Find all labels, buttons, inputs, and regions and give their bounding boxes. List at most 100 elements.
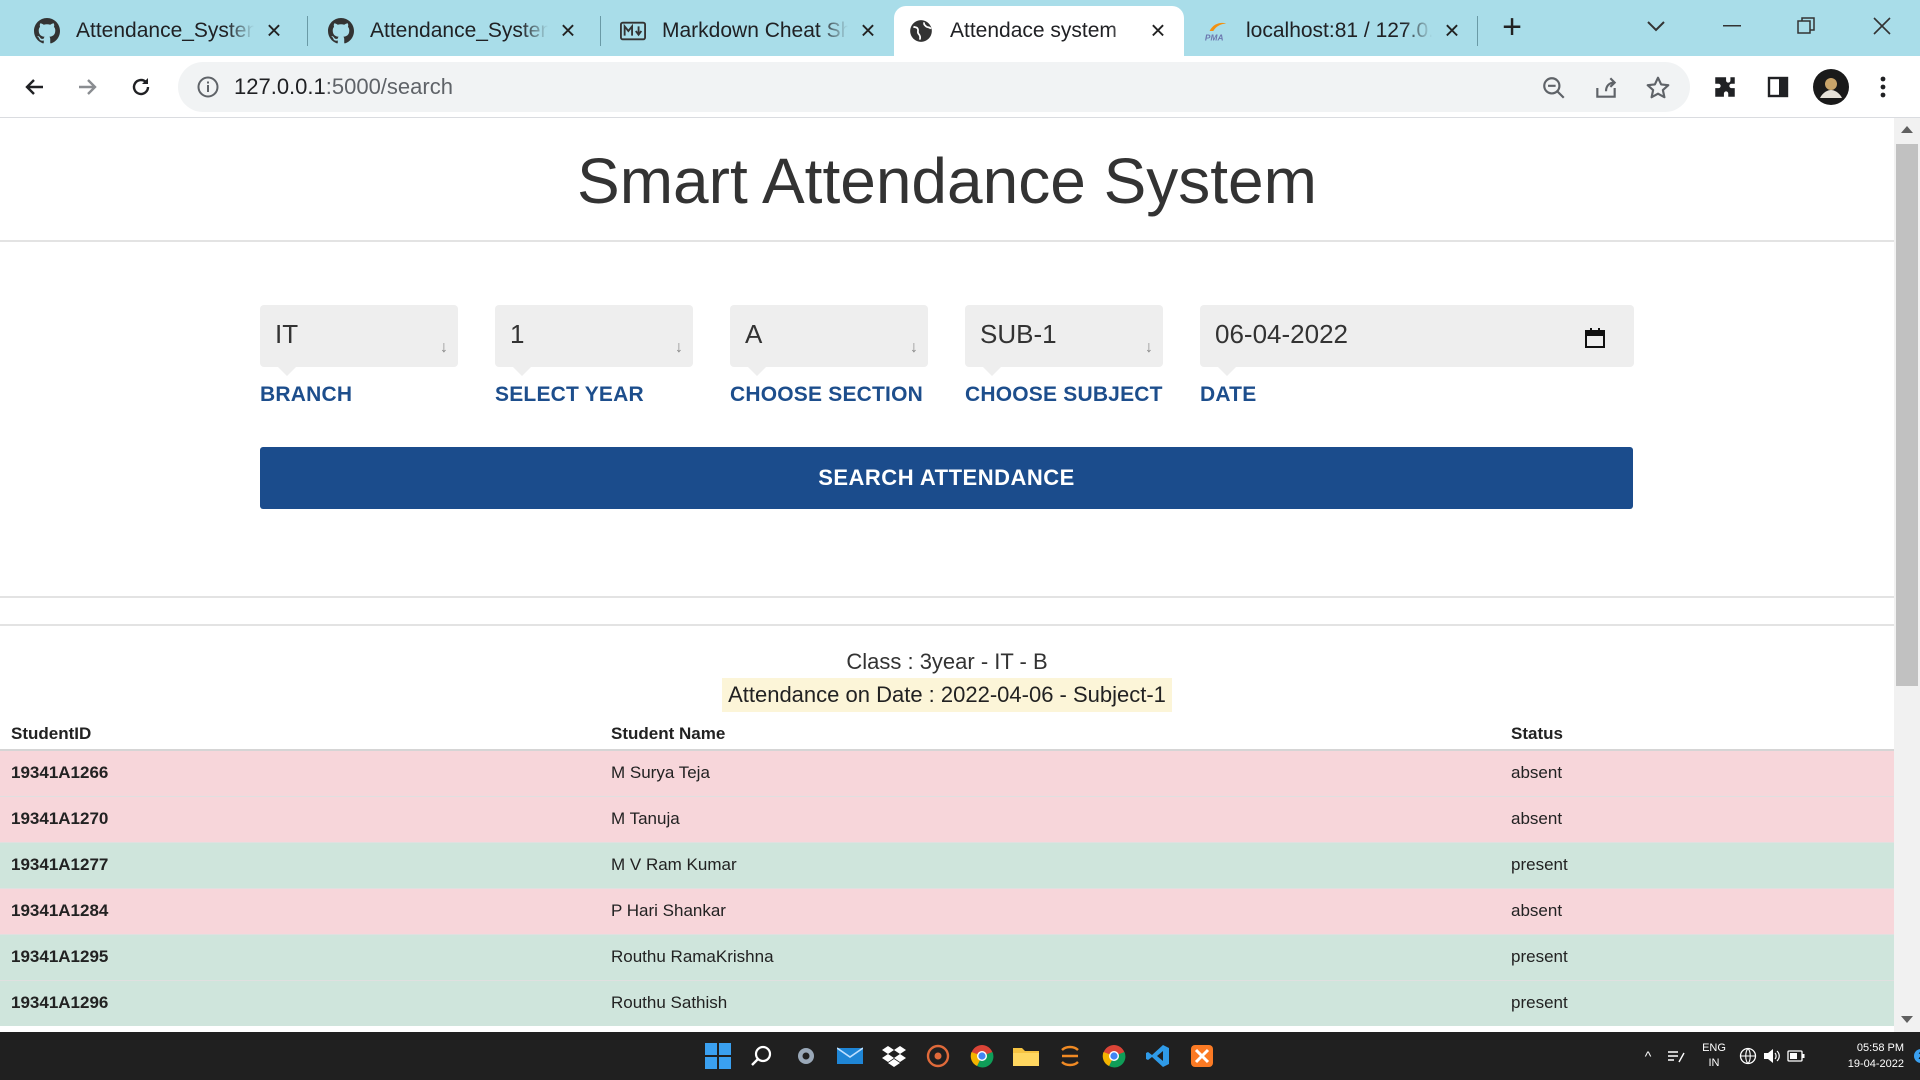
table-row: 19341A1270 M Tanuja absent (0, 795, 1894, 842)
subject-value: SUB-1 (980, 319, 1057, 349)
chrome-icon[interactable] (966, 1040, 998, 1072)
restore-button[interactable] (1776, 6, 1836, 46)
settings-gear-icon[interactable] (790, 1040, 822, 1072)
class-info: Class : 3year - IT - B (846, 649, 1048, 674)
minimize-button[interactable] (1702, 6, 1762, 46)
page-title: Smart Attendance System (577, 145, 1317, 217)
share-icon[interactable] (1592, 74, 1620, 102)
tab-title: Attendance_System-W (76, 19, 254, 42)
tab-attendance-system[interactable]: Attendace system × (894, 6, 1184, 56)
year-select[interactable]: 1 ↓ (495, 305, 693, 376)
reload-button[interactable] (120, 66, 162, 108)
extensions-icon[interactable] (1704, 66, 1746, 108)
section-label: CHOOSE SECTION (730, 383, 923, 406)
section-select[interactable]: A ↓ (730, 305, 928, 376)
student-name-cell: Routhu Sathish (600, 979, 1500, 1026)
bookmark-star-icon[interactable] (1644, 74, 1672, 102)
search-icon[interactable] (746, 1040, 778, 1072)
github-icon (328, 18, 354, 44)
scrollbar-thumb[interactable] (1896, 144, 1918, 686)
date-field: 06-04-2022 DATE (1200, 305, 1634, 407)
scroll-down-icon[interactable] (1901, 1016, 1913, 1023)
pen-icon[interactable] (1660, 1048, 1692, 1064)
page-scrollbar[interactable] (1894, 118, 1920, 1032)
new-tab-button[interactable]: + (1494, 10, 1530, 46)
branch-label: BRANCH (260, 383, 353, 406)
mail-icon[interactable] (834, 1040, 866, 1072)
tab-title: Attendance_System-W (370, 19, 548, 42)
info-icon[interactable] (196, 75, 220, 99)
profile-avatar[interactable] (1810, 66, 1852, 108)
table-row: 19341A1266 M Surya Teja absent (0, 749, 1894, 796)
student-id-cell: 19341A1296 (0, 979, 600, 1026)
tab-search-button[interactable] (1626, 6, 1686, 46)
tab-separator (1477, 16, 1478, 46)
table-row: 19341A1296 Routhu Sathish present (0, 979, 1894, 1026)
student-id-cell: 19341A1284 (0, 887, 600, 934)
tab-github-2[interactable]: Attendance_System-W × (314, 6, 594, 56)
subject-label: CHOOSE SUBJECT (965, 383, 1163, 406)
branch-field: IT ↓ BRANCH (260, 305, 458, 407)
student-name-cell: Routhu RamaKrishna (600, 933, 1500, 980)
volume-icon[interactable] (1760, 1048, 1784, 1064)
clock-time: 05:58 PM (1856, 1042, 1904, 1054)
menu-icon[interactable] (1862, 66, 1904, 108)
tab-github-1[interactable]: Attendance_System-W × (20, 6, 300, 56)
section-field: A ↓ CHOOSE SECTION (730, 305, 928, 407)
media-player-icon[interactable] (922, 1040, 954, 1072)
subject-select[interactable]: SUB-1 ↓ (965, 305, 1163, 376)
dropbox-icon[interactable] (878, 1040, 910, 1072)
forward-button[interactable] (66, 66, 108, 108)
xampp-icon[interactable] (1186, 1040, 1218, 1072)
chrome-active-icon[interactable] (1098, 1040, 1130, 1072)
table-header-row: StudentID Student Name Status (0, 718, 1894, 751)
battery-icon[interactable] (1784, 1050, 1808, 1062)
tab-phpmyadmin[interactable]: PMA localhost:81 / 127.0.0 × (1190, 6, 1478, 56)
chevron-up-icon[interactable]: ^ (1636, 1048, 1660, 1064)
status-cell: absent (1500, 795, 1894, 842)
side-panel-icon[interactable] (1757, 66, 1799, 108)
column-header-student-id: StudentID (0, 718, 600, 751)
back-button[interactable] (14, 66, 56, 108)
search-attendance-button[interactable]: SEARCH ATTENDANCE (260, 447, 1633, 509)
calendar-icon[interactable] (1584, 325, 1606, 348)
close-icon[interactable]: × (262, 17, 286, 43)
column-header-student-name: Student Name (600, 718, 1500, 751)
branch-value: IT (275, 319, 299, 349)
close-icon[interactable]: × (1146, 17, 1170, 43)
url-host: 127.0.0.1 (234, 74, 326, 99)
table-row: 19341A1284 P Hari Shankar absent (0, 887, 1894, 934)
eclipse-icon[interactable] (1054, 1040, 1086, 1072)
url-path: :5000/search (325, 74, 453, 99)
folder-icon[interactable] (1010, 1040, 1042, 1072)
tab-markdown[interactable]: Markdown Cheat She × (606, 6, 894, 56)
student-id-cell: 19341A1270 (0, 795, 600, 842)
vscode-icon[interactable] (1142, 1040, 1174, 1072)
scroll-up-icon[interactable] (1901, 126, 1913, 133)
student-name-cell: P Hari Shankar (600, 887, 1500, 934)
student-id-cell: 19341A1277 (0, 841, 600, 888)
arrow-down-icon: ↓ (910, 339, 918, 356)
student-name-cell: M V Ram Kumar (600, 841, 1500, 888)
status-cell: present (1500, 933, 1894, 980)
svg-text:PMA: PMA (1205, 32, 1224, 42)
student-name-cell: M Tanuja (600, 795, 1500, 842)
branch-select[interactable]: IT ↓ (260, 305, 458, 376)
language-indicator[interactable]: ENG IN (1692, 1041, 1736, 1071)
zoom-icon[interactable] (1540, 74, 1568, 102)
date-input[interactable]: 06-04-2022 (1200, 305, 1634, 376)
url-text[interactable]: 127.0.0.1:5000/search (234, 74, 453, 100)
network-icon[interactable] (1736, 1047, 1760, 1065)
address-bar[interactable]: 127.0.0.1:5000/search (178, 62, 1690, 112)
student-id-cell: 19341A1295 (0, 933, 600, 980)
close-window-button[interactable] (1852, 6, 1912, 46)
year-field: 1 ↓ SELECT YEAR (495, 305, 693, 407)
close-icon[interactable]: × (556, 17, 580, 43)
close-icon[interactable]: × (1440, 17, 1464, 43)
clock[interactable]: 05:58 PM 19-04-2022 (1808, 1040, 1904, 1072)
windows-start-icon[interactable] (702, 1040, 734, 1072)
notification-badge[interactable]: 2 (1914, 1049, 1920, 1063)
tab-title: localhost:81 / 127.0.0 (1246, 19, 1432, 42)
close-icon[interactable]: × (856, 17, 880, 43)
attendance-table: StudentID Student Name Status 19341A1266… (0, 718, 1894, 1026)
